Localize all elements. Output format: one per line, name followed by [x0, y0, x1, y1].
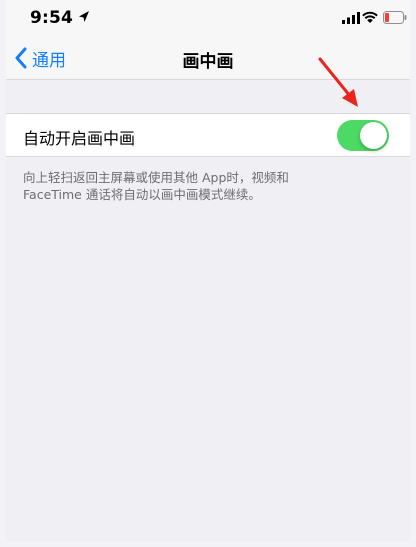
- footer-note-line-1: 向上轻扫返回主屏幕或使用其他 App时，视频和: [23, 170, 289, 185]
- wifi-icon: [362, 11, 378, 23]
- red-arrow-annotation: [318, 57, 358, 107]
- status-bar: 9:54: [6, 0, 410, 38]
- toggle-knob: [360, 122, 387, 149]
- auto-pip-label: 自动开启画中画: [23, 129, 136, 148]
- status-time: 9:54: [30, 8, 74, 28]
- auto-pip-toggle[interactable]: [337, 120, 389, 151]
- footer-note-line-2: FaceTime 通话将自动以画中画模式继续。: [23, 187, 261, 202]
- battery-low-icon: [383, 11, 407, 24]
- footer-note: 向上轻扫返回主屏幕或使用其他 App时，视频和 FaceTime 通话将自动以画…: [23, 169, 393, 203]
- auto-pip-row: 自动开启画中画: [6, 113, 410, 157]
- phone-screen: 9:54 通用 画中画 自动开启画中画 向上轻扫返回主屏幕或使用其他 App时，…: [6, 0, 410, 541]
- signal-icon: [342, 12, 360, 24]
- location-arrow-icon: [79, 11, 89, 22]
